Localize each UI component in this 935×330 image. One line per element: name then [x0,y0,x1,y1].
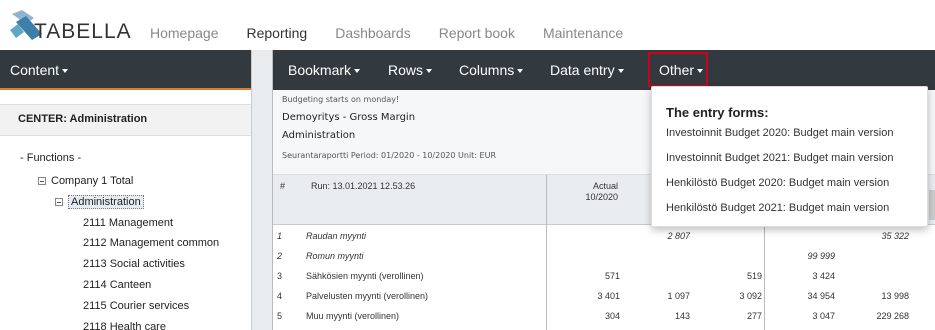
report-toolbar: Bookmark Rows Columns Data entry Other [273,50,935,90]
table-cell: 571 [604,271,620,281]
row-number: 4 [277,291,283,301]
data-entry-menu[interactable]: Data entry [550,62,624,78]
table-cell: 34 954 [807,291,835,301]
caret-down-icon [354,69,361,74]
report-period: Seurantaraportti Period: 01/2020 - 10/20… [282,151,497,160]
tree-leaf[interactable]: 2114 Canteen [83,279,151,291]
caret-down-icon [62,69,69,74]
selected-node-label: Administration [68,195,144,209]
table-cell: 1 097 [667,291,690,301]
table-cell: 13 998 [881,291,909,301]
nav-dashboards[interactable]: Dashboards [335,25,411,41]
nav-maintenance[interactable]: Maintenance [543,25,623,41]
entry-form-item[interactable]: Investoinnit Budget 2020: Budget main ve… [666,127,893,139]
table-cell: 143 [674,311,690,321]
row-label: Muu myynti (verollinen) [306,311,400,321]
content-menu-label: Content [10,62,60,78]
tree-leaf[interactable]: 2113 Social activities [83,258,185,270]
table-cell: 519 [746,271,762,281]
column-divider [546,175,547,330]
nav-reporting[interactable]: Reporting [247,25,308,41]
nav-report-book[interactable]: Report book [439,25,515,41]
other-dropdown-menu: The entry forms: Investoinnit Budget 202… [651,86,928,227]
collapse-icon[interactable] [38,177,46,185]
report-notice: Budgeting starts on monday! [282,95,400,104]
row-number: 3 [277,271,283,281]
row-number: 1 [277,231,283,241]
table-cell: 304 [604,311,620,321]
other-menu-highlight [648,52,708,87]
row-label: Raudan myynti [306,231,367,241]
table-cell: 3 092 [739,291,762,301]
rows-menu-label: Rows [388,62,424,78]
caret-down-icon [617,69,624,74]
logo-text: TABELLA [34,20,132,43]
table-cell: 35 322 [881,231,909,241]
panel-splitter[interactable] [251,50,273,330]
entry-form-item[interactable]: Henkilöstö Budget 2021: Budget main vers… [666,202,889,214]
table-cell: 2 807 [667,231,690,241]
nav-homepage[interactable]: Homepage [150,25,219,41]
row-number: 2 [277,251,283,261]
columns-menu-label: Columns [459,62,515,78]
table-cell: 277 [746,311,762,321]
table-cell: 229 268 [876,311,909,321]
row-label: Romun myynti [306,251,364,261]
table-cell: 3 424 [812,271,835,281]
tree-leaf[interactable]: 2111 Management [83,217,173,229]
entry-form-item[interactable]: Henkilöstö Budget 2020: Budget main vers… [666,177,889,189]
main-nav: Homepage Reporting Dashboards Report boo… [150,25,651,41]
report-title: Demoyritys - Gross Margin [282,112,416,123]
center-selector[interactable]: CENTER: Administration [0,104,251,136]
bookmark-menu-label: Bookmark [288,62,352,78]
table-cell: 3 047 [812,311,835,321]
tree-leaf[interactable]: 2118 Health care [83,321,166,330]
columns-menu[interactable]: Columns [459,62,524,78]
col-actual-period: 10/2020 [585,192,618,202]
row-label: Palvelusten myynti (verollinen) [306,291,429,301]
content-menu[interactable]: Content [10,62,69,78]
content-menu-bar: Content [0,50,251,90]
data-entry-menu-label: Data entry [550,62,615,78]
table-cell: 3 401 [597,291,620,301]
collapse-icon[interactable] [55,198,63,206]
report-unit-name: Administration [282,130,356,141]
row-label: Sähkösien myynti (verollinen) [306,271,424,281]
top-navigation-bar: TABELLA Homepage Reporting Dashboards Re… [0,0,935,50]
col-actual-header[interactable]: Actual [573,181,618,191]
rows-menu[interactable]: Rows [388,62,433,78]
caret-down-icon [426,69,433,74]
tree-node-company[interactable]: Company 1 Total [38,175,133,187]
dropdown-header: The entry forms: [666,105,769,120]
tree-leaf[interactable]: 2115 Courier services [83,300,189,312]
run-timestamp: Run: 13.01.2021 12.53.26 [311,181,416,191]
caret-down-icon [517,69,524,74]
tree-node-administration[interactable]: Administration [55,195,144,209]
tree-node-label: Company 1 Total [51,175,134,187]
center-label: CENTER: Administration [18,113,148,125]
tree-leaf[interactable]: 2112 Management common [83,237,219,249]
entry-form-item[interactable]: Investoinnit Budget 2021: Budget main ve… [666,152,893,164]
row-number: 5 [277,311,283,321]
functions-heading: - Functions - [20,152,82,164]
table-cell: 99 999 [807,251,835,261]
hash-header: # [280,181,286,191]
scrollbar-thumb[interactable] [929,190,935,220]
bookmark-menu[interactable]: Bookmark [288,62,361,78]
